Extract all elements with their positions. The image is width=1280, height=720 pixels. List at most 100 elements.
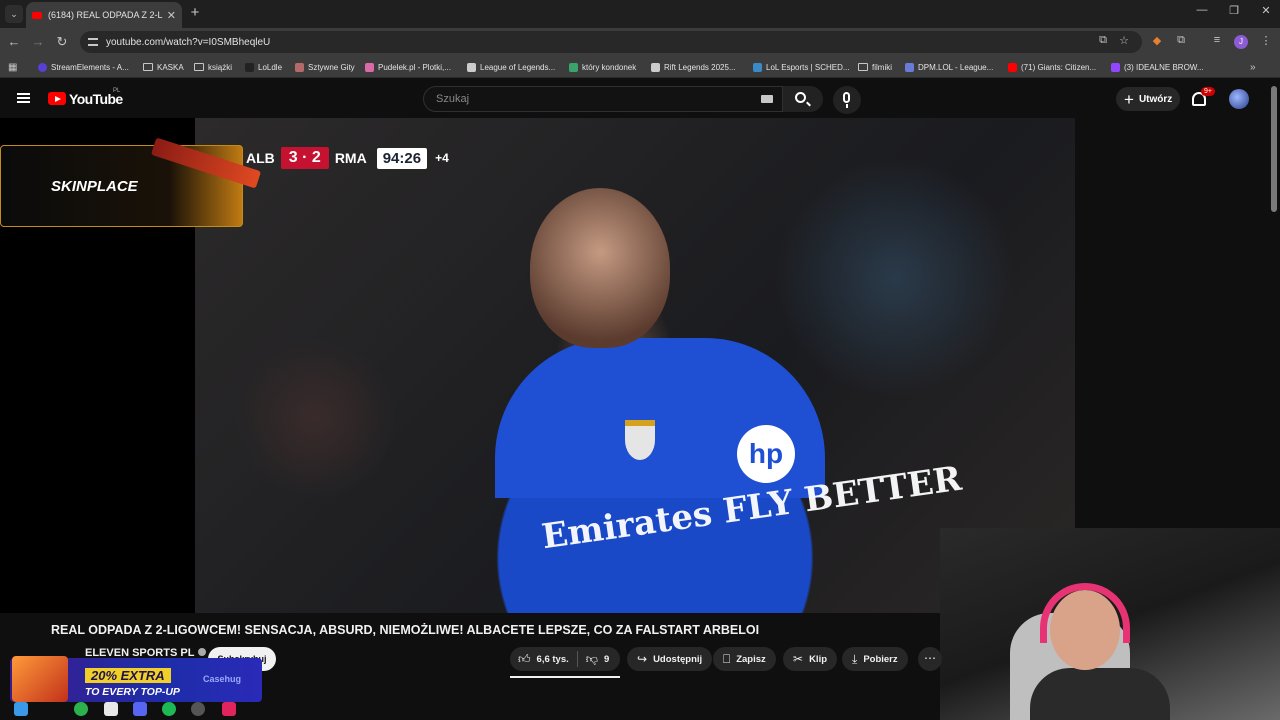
- download-icon: ⤓: [852, 651, 858, 666]
- home-score: 3: [288, 149, 298, 166]
- streamer-body: [1030, 668, 1170, 720]
- close-tab-icon[interactable]: ✕: [167, 9, 176, 22]
- like-dislike-group: 👍︎ 6,6 tys. 👎︎ 9: [510, 647, 620, 671]
- scorebug: ALB 3 · 2 RMA 94:26 +4: [240, 147, 449, 169]
- file-icon[interactable]: [104, 702, 118, 716]
- profile-avatar[interactable]: J: [1234, 35, 1248, 49]
- search-button[interactable]: [783, 86, 823, 112]
- search-icon: [795, 92, 806, 103]
- site-icon: [295, 62, 304, 72]
- twitch-icon: [1111, 62, 1120, 72]
- page-scrollbar[interactable]: [1271, 86, 1277, 212]
- more-actions-icon[interactable]: ⋯: [918, 647, 942, 671]
- bookmark-item[interactable]: LoLdle: [245, 60, 282, 74]
- site-info-icon[interactable]: [88, 38, 98, 46]
- bookmark-item[interactable]: Rift Legends 2025...: [651, 60, 736, 74]
- extension-icon[interactable]: ◆: [1149, 34, 1165, 47]
- browser-menu-icon[interactable]: ⋮: [1258, 34, 1274, 47]
- webcam-overlay: [940, 528, 1280, 720]
- bookmark-icon: ⎕: [723, 651, 731, 666]
- skinplace-overlay-ad[interactable]: SKINPLACE: [0, 137, 262, 227]
- save-button[interactable]: ⎕ Zapisz: [713, 647, 776, 671]
- reading-list-icon[interactable]: ≡: [1209, 34, 1225, 46]
- reload-icon[interactable]: ↻: [53, 33, 71, 51]
- discord-icon[interactable]: [133, 702, 147, 716]
- bookmark-folder[interactable]: książki: [194, 60, 232, 74]
- apps-grid-icon[interactable]: ▦: [8, 60, 17, 74]
- like-button[interactable]: 👍︎ 6,6 tys.: [510, 647, 577, 671]
- thumbs-up-icon: 👍︎: [518, 651, 531, 666]
- video-player[interactable]: Emirates FLY BETTER hp SKINPLACE ALB 3 ·…: [0, 118, 1075, 613]
- folder-icon: [143, 63, 153, 71]
- headset-icon: [1040, 583, 1130, 643]
- address-bar[interactable]: youtube.com/watch?v=I0SMBheqleU ⧉ ☆: [80, 31, 1142, 53]
- windows-start-icon[interactable]: [14, 702, 28, 716]
- bookmark-item[interactable]: (3) IDEALNE BROW...: [1111, 60, 1204, 74]
- bookmark-folder[interactable]: KASKA: [143, 60, 184, 74]
- pudelek-icon: [365, 62, 374, 72]
- forward-icon[interactable]: →: [29, 33, 47, 51]
- share-button[interactable]: ↪ Udostępnij: [627, 647, 713, 671]
- bookmark-folder[interactable]: filmiki: [858, 60, 892, 74]
- away-score: 2: [311, 149, 321, 166]
- url-text: youtube.com/watch?v=I0SMBheqleU: [106, 36, 271, 48]
- new-tab-button[interactable]: +: [186, 4, 204, 21]
- clip-button[interactable]: ✂ Klip: [783, 647, 838, 671]
- hp-logo: hp: [737, 425, 795, 483]
- site-icon: [569, 62, 578, 72]
- bookmark-item[interactable]: Pudelek.pl - Plotki,...: [365, 60, 451, 74]
- real-madrid-crest-icon: [625, 420, 655, 460]
- away-team: RMA: [334, 150, 367, 166]
- bookmark-item[interactable]: DPM.LOL - League...: [905, 60, 993, 74]
- bookmark-item[interactable]: StreamElements - A...: [38, 60, 129, 74]
- tab-search-button[interactable]: ⌄: [5, 5, 23, 23]
- bookmark-item[interactable]: League of Legends...: [467, 60, 555, 74]
- youtube-favicon-icon: [32, 11, 42, 19]
- create-button[interactable]: + Utwórz: [1116, 87, 1180, 111]
- share-icon: ↪: [637, 652, 648, 666]
- keyboard-icon[interactable]: [761, 95, 773, 103]
- plus-icon: +: [1124, 89, 1134, 109]
- promo-extra: 20% EXTRA: [85, 668, 171, 683]
- browser-toolbar: ← → ↻ youtube.com/watch?v=I0SMBheqleU ⧉ …: [0, 28, 1280, 56]
- voice-search-button[interactable]: [833, 86, 861, 114]
- close-window-icon[interactable]: ✕: [1256, 4, 1276, 17]
- app-icon[interactable]: [191, 702, 205, 716]
- back-icon[interactable]: ←: [5, 33, 23, 51]
- player-head: [530, 188, 670, 348]
- bookmarks-bar: ▦ StreamElements - A... KASKA książki Lo…: [0, 56, 1280, 78]
- search-input[interactable]: Szukaj: [423, 86, 783, 112]
- casehug-promo-overlay[interactable]: 20% EXTRA TO EVERY TOP-UP Casehug: [10, 656, 262, 702]
- youtube-logo-icon[interactable]: [48, 92, 66, 105]
- bookmark-item[interactable]: LoL Esports | SCHED...: [753, 60, 850, 74]
- chrome-icon[interactable]: [74, 702, 88, 716]
- install-app-icon[interactable]: ⧉: [1095, 34, 1111, 47]
- bookmark-star-icon[interactable]: ☆: [1116, 34, 1132, 47]
- streamelements-icon: [38, 62, 47, 72]
- account-avatar[interactable]: [1229, 89, 1249, 109]
- app-icon[interactable]: [222, 702, 236, 716]
- dislike-button[interactable]: 👎︎ 9: [578, 647, 617, 671]
- extensions-puzzle-icon[interactable]: ⧉: [1173, 34, 1189, 47]
- more-bookmarks-icon[interactable]: »: [1250, 60, 1256, 74]
- bookmark-item[interactable]: który kondonek: [569, 60, 636, 74]
- notifications-badge: 9+: [1201, 87, 1215, 96]
- bookmark-item[interactable]: (71) Giants: Citizen...: [1008, 60, 1096, 74]
- bookmark-item[interactable]: Sztywne Gity: [295, 60, 355, 74]
- minimize-icon[interactable]: —: [1192, 4, 1212, 16]
- riot-icon: [467, 62, 476, 72]
- home-team: ALB: [246, 150, 275, 166]
- browser-tab-active[interactable]: (6184) REAL ODPADA Z 2-LIGO… ✕: [26, 2, 182, 28]
- thumbs-down-icon: 👎︎: [585, 651, 598, 666]
- site-icon: [651, 62, 660, 72]
- video-title: REAL ODPADA Z 2-LIGOWCEM! SENSACJA, ABSU…: [51, 623, 760, 637]
- restore-icon[interactable]: ❐: [1224, 4, 1244, 17]
- download-button[interactable]: ⤓ Pobierz: [842, 647, 908, 671]
- dpm-icon: [905, 62, 914, 72]
- menu-icon[interactable]: [17, 93, 30, 103]
- like-progress-underline: [510, 676, 620, 678]
- microphone-icon: [843, 92, 850, 103]
- taskbar: [0, 700, 260, 720]
- spotify-icon[interactable]: [162, 702, 176, 716]
- skinplace-brand: SKINPLACE: [51, 178, 138, 195]
